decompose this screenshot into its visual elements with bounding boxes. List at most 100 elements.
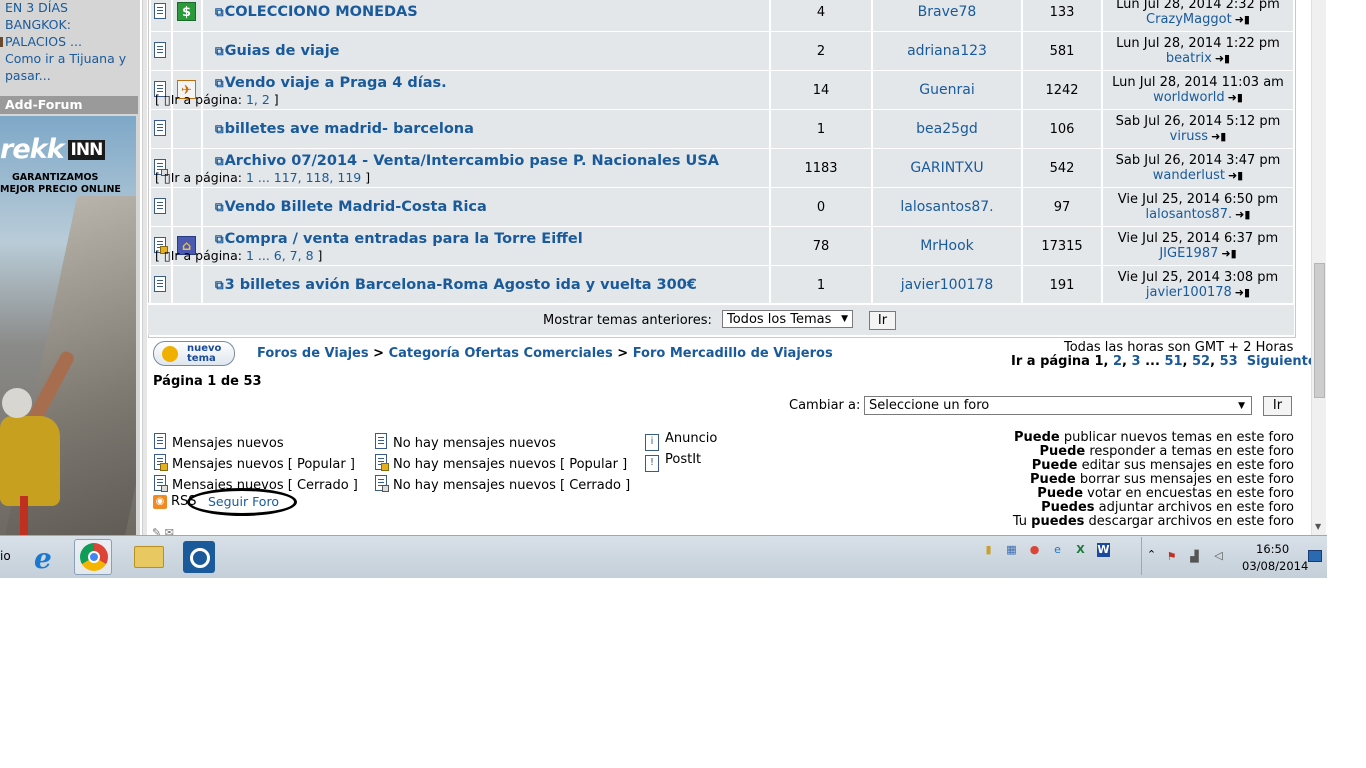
author-link[interactable]: GARINTXU <box>873 160 1021 176</box>
action-center-icon[interactable]: ⚑ <box>1165 550 1178 564</box>
topic-page-links[interactable]: 1 ... 6, 7, 8 <box>246 248 314 263</box>
last-post-user-link[interactable]: viruss <box>1170 129 1208 144</box>
author-link[interactable]: bea25gd <box>873 121 1021 137</box>
last-post-cell: Vie Jul 25, 2014 6:37 pm JIGE1987 ➜▮ <box>1103 227 1293 265</box>
show-topics-select[interactable]: Todos los Temas ▼ <box>722 310 853 328</box>
volume-icon[interactable]: ◁ <box>1212 549 1225 563</box>
replies-count: 4 <box>816 5 826 20</box>
sidebar-link[interactable]: Como ir a Tijuana y <box>5 51 126 67</box>
last-post-user-link[interactable]: beatrix <box>1166 51 1212 66</box>
last-post-cell: Lun Jul 28, 2014 2:32 pm CrazyMaggot ➜▮ <box>1103 0 1293 31</box>
go-to-last-post-icon[interactable]: ➜▮ <box>1228 169 1243 182</box>
topic-page-links[interactable]: 1, 2 <box>246 92 270 107</box>
chevron-up-icon[interactable]: ⌃ <box>1145 548 1158 562</box>
go-to-last-post-icon[interactable]: ➜▮ <box>1235 286 1250 299</box>
internet-explorer-icon[interactable]: e <box>28 539 66 575</box>
views-count: 581 <box>1049 44 1075 59</box>
clock-time[interactable]: 16:50 <box>1256 542 1289 556</box>
last-post-user-link[interactable]: worldworld <box>1153 90 1225 105</box>
sidebar-link[interactable]: pasar... <box>5 68 51 84</box>
views-cell: 106 <box>1023 110 1101 148</box>
sidebar-link[interactable]: EN 3 DÍAS <box>5 0 68 16</box>
new-topic-button[interactable]: nuevo tema <box>153 341 235 366</box>
topic-title-link[interactable]: ⧉billetes ave madrid- barcelona <box>215 121 474 137</box>
last-post-user-link[interactable]: CrazyMaggot <box>1146 12 1232 27</box>
annotation-circle <box>187 488 297 516</box>
page-link[interactable]: 3 <box>1132 354 1141 369</box>
doc-icon <box>154 120 166 136</box>
topic-page-links[interactable]: 1 ... 117, 118, 119 <box>246 170 361 185</box>
replies-cell: 78 <box>771 227 871 265</box>
chrome-tray-icon[interactable]: ● <box>1028 543 1041 557</box>
network-icon[interactable]: ▟ <box>1188 550 1201 564</box>
last-post-user-link[interactable]: wanderlust <box>1153 168 1225 183</box>
bullet-mark <box>0 37 3 47</box>
go-to-last-post-icon[interactable]: ➜▮ <box>1228 91 1243 104</box>
author-cell: adriana123 <box>873 32 1021 70</box>
table-row: ⧉billetes ave madrid- barcelona 1 bea25gd 1… <box>149 110 1295 148</box>
topic-title-link[interactable]: ⧉Vendo Billete Madrid-Costa Rica <box>215 199 487 215</box>
app-icon[interactable] <box>180 539 218 575</box>
topic-pages: [ ▯Ir a página: 1 ... 117, 118, 119 ] <box>155 170 371 185</box>
page-link[interactable]: 2 <box>1113 354 1122 369</box>
topic-title-link[interactable]: ⧉COLECCIONO MONEDAS <box>215 4 418 20</box>
vertical-scrollbar[interactable]: ▼ <box>1311 0 1326 535</box>
views-cell: 1242 <box>1023 71 1101 109</box>
author-cell: lalosantos87. <box>873 188 1021 226</box>
topic-title-link[interactable]: ⧉Archivo 07/2014 - Venta/Intercambio pas… <box>215 153 719 169</box>
topic-title-link[interactable]: ⧉Compra / venta entradas para la Torre E… <box>215 231 583 247</box>
topic-title-link[interactable]: ⧉Guias de viaje <box>215 43 340 59</box>
clock-date[interactable]: 03/08/2014 <box>1242 559 1308 573</box>
breadcrumb-item[interactable]: Foros de Viajes <box>257 346 369 361</box>
doc-icon <box>154 3 166 19</box>
breadcrumb-item[interactable]: Categoría Ofertas Comerciales <box>389 346 613 361</box>
replies-count: 1 <box>816 278 826 293</box>
go-to-last-post-icon[interactable]: ➜▮ <box>1221 247 1236 260</box>
views-count: 97 <box>1053 200 1071 215</box>
taskbar-partial-text[interactable]: io <box>0 549 11 563</box>
go-to-last-post-icon[interactable]: ➜▮ <box>1211 130 1226 143</box>
author-link[interactable]: MrHook <box>873 238 1021 254</box>
show-topics-go-button[interactable]: Ir <box>869 311 896 330</box>
author-link[interactable]: javier100178 <box>873 277 1021 293</box>
views-cell: 581 <box>1023 32 1101 70</box>
folder-tray-icon[interactable]: ▮ <box>982 543 995 557</box>
rss-icon[interactable]: ◉ <box>153 495 167 509</box>
breadcrumb-item[interactable]: Foro Mercadillo de Viajeros <box>633 346 833 361</box>
status-cell <box>151 110 171 148</box>
last-post-user-link[interactable]: javier100178 <box>1146 285 1232 300</box>
file-explorer-icon[interactable] <box>129 539 167 575</box>
show-desktop-icon[interactable] <box>1308 550 1322 562</box>
topic-title-link[interactable]: ⧉Vendo viaje a Praga 4 días. <box>215 75 447 91</box>
page-link[interactable]: 52 <box>1192 354 1210 369</box>
replies-count: 78 <box>812 239 830 254</box>
author-link[interactable]: Brave78 <box>873 4 1021 20</box>
go-to-last-post-icon[interactable]: ➜▮ <box>1235 13 1250 26</box>
last-post-user-link[interactable]: JIGE1987 <box>1159 246 1218 261</box>
forum-jump-go-button[interactable]: Ir <box>1263 396 1292 416</box>
go-to-last-post-icon[interactable]: ➜▮ <box>1235 208 1250 221</box>
trekkinn-ad-banner[interactable]: rekk INN GARANTIZAMOS MEJOR PRECIO ONLINE <box>0 116 136 535</box>
forum-jump-select[interactable]: Seleccione un foro ▼ <box>864 396 1252 415</box>
go-to-last-post-icon[interactable]: ➜▮ <box>1215 52 1230 65</box>
word-tray-icon[interactable]: W <box>1097 543 1110 557</box>
page-link[interactable]: 53 <box>1220 354 1238 369</box>
scroll-down-arrow-icon[interactable]: ▼ <box>1315 522 1321 531</box>
excel-tray-icon[interactable]: X <box>1074 543 1087 557</box>
ie-tray-icon[interactable]: e <box>1051 543 1064 557</box>
sidebar-link[interactable]: BANGKOK: <box>5 17 71 33</box>
calculator-tray-icon[interactable]: ▦ <box>1005 543 1018 557</box>
sidebar-link[interactable]: PALACIOS ... <box>5 34 82 50</box>
page-link[interactable]: 51 <box>1164 354 1182 369</box>
next-page-link[interactable]: Siguiente <box>1247 354 1317 369</box>
author-link[interactable]: Guenrai <box>873 82 1021 98</box>
scrollbar-thumb[interactable] <box>1314 263 1325 398</box>
last-post-user-link[interactable]: lalosantos87. <box>1146 207 1233 222</box>
last-post-date: Lun Jul 28, 2014 1:22 pm <box>1116 36 1280 51</box>
topic-title-link[interactable]: ⧉3 billetes avión Barcelona-Roma Agosto … <box>215 277 697 293</box>
column-divider <box>142 0 147 535</box>
author-link[interactable]: adriana123 <box>873 43 1021 59</box>
chrome-icon[interactable] <box>74 539 112 575</box>
author-link[interactable]: lalosantos87. <box>873 199 1021 215</box>
author-cell: MrHook <box>873 227 1021 265</box>
